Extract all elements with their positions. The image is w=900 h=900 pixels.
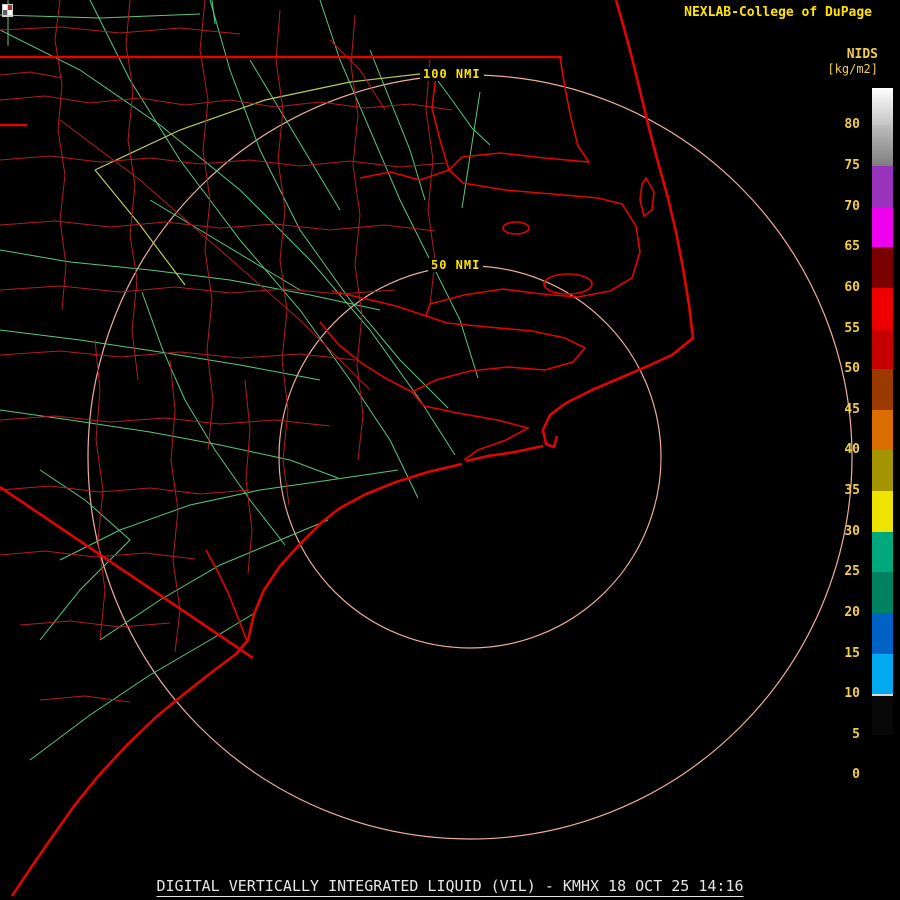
colorbar-tick-label: 35	[844, 483, 860, 499]
colorbar-segment	[872, 613, 893, 654]
colorbar-segment	[872, 450, 893, 491]
colorbar-tick-label: 45	[844, 402, 860, 418]
colorbar-tick-label: 40	[844, 442, 860, 458]
coastline-layer	[0, 0, 693, 896]
colorbar-segment	[872, 329, 893, 370]
colorbar-segment	[872, 88, 893, 125]
colorbar-segment	[872, 410, 893, 451]
colorbar-tick-label: 5	[852, 727, 860, 743]
colorbar-segment	[872, 369, 893, 410]
colorbar-tick-label: 70	[844, 199, 860, 215]
colorbar-segment	[872, 166, 893, 207]
colorbar-tick-label: 10	[844, 686, 860, 702]
colorbar-segment	[872, 694, 893, 735]
range-ring-label-100nmi: 100 NMI	[420, 67, 484, 81]
colorbar-segment	[872, 288, 893, 329]
colorbar-tick-label: 30	[844, 524, 860, 540]
colorbar-segment	[872, 775, 893, 790]
colorbar-segment	[872, 532, 893, 573]
range-ring-50nmi	[279, 266, 661, 648]
colorbar-ticks: 80757065605550454035302520151050	[830, 0, 868, 900]
colorbar-tick-label: 75	[844, 158, 860, 174]
colorbar	[872, 88, 893, 790]
product-caption: DIGITAL VERTICALLY INTEGRATED LIQUID (VI…	[157, 877, 744, 897]
colorbar-segment	[872, 572, 893, 613]
colorbar-tick-label: 25	[844, 564, 860, 580]
colorbar-tick-label: 65	[844, 239, 860, 255]
state-border-nc-sc	[0, 487, 253, 658]
sound-shorelines-layer	[206, 57, 654, 641]
colorbar-segment	[872, 207, 893, 248]
colorbar-tick-label: 50	[844, 361, 860, 377]
colorbar-tick-label: 80	[844, 117, 860, 133]
colorbar-segment	[872, 654, 893, 695]
cod-logo-icon	[0, 3, 16, 19]
colorbar-tick-label: 15	[844, 646, 860, 662]
colorbar-segment	[872, 735, 893, 776]
map-canvas	[0, 0, 900, 900]
range-ring-label-50nmi: 50 NMI	[428, 258, 483, 272]
colorbar-tick-label: 60	[844, 280, 860, 296]
colorbar-segment	[872, 491, 893, 532]
county-borders-layer	[0, 0, 452, 702]
colorbar-tick-label: 20	[844, 605, 860, 621]
colorbar-segment	[872, 247, 893, 288]
colorbar-tick-label: 0	[852, 767, 860, 783]
colorbar-segment	[872, 125, 893, 166]
outer-banks-coastline	[543, 0, 693, 447]
radar-display: NEXLAB-College of DuPage NIDS [kg/m2] 80…	[0, 0, 900, 900]
colorbar-tick-label: 55	[844, 321, 860, 337]
